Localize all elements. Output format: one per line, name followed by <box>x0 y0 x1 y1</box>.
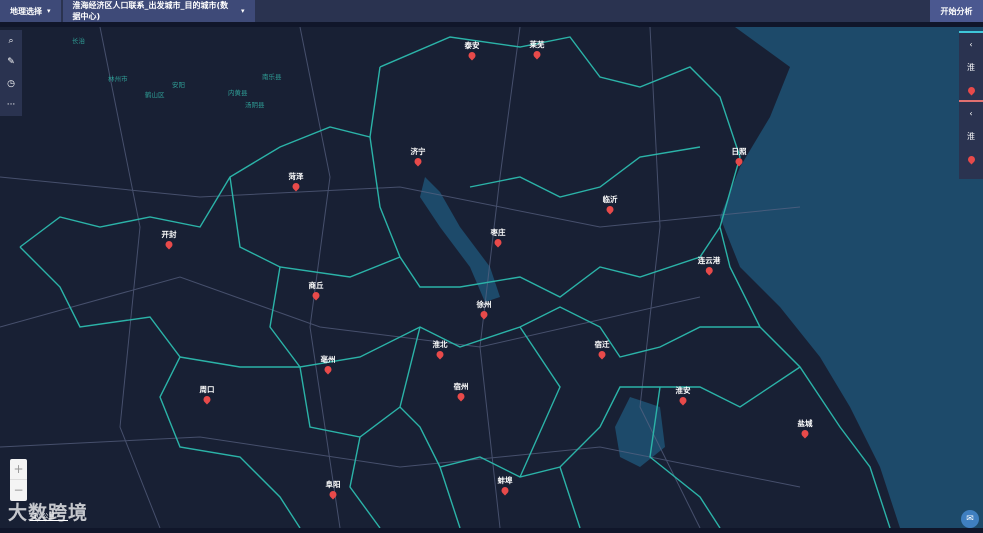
map-pin-icon <box>493 237 503 248</box>
map-pin-icon <box>291 181 301 192</box>
city-name: 连云港 <box>697 256 721 265</box>
city-marker[interactable]: 淮安 <box>675 385 691 406</box>
layer-label: 淮 <box>967 132 975 141</box>
city-name: 开封 <box>161 230 177 239</box>
layer-panel-1[interactable]: ‹ 淮 <box>959 31 983 110</box>
layer-panel-2[interactable]: ‹ 淮 <box>959 100 983 179</box>
map-pin-icon <box>959 154 983 179</box>
county-label: 长治 <box>72 37 85 45</box>
city-marker[interactable]: 蚌埠 <box>497 475 513 496</box>
city-name: 淮安 <box>675 386 691 395</box>
map-layer <box>0 27 983 528</box>
map-pin-icon <box>734 156 744 167</box>
city-marker[interactable]: 菏泽 <box>288 171 304 192</box>
city-name: 盐城 <box>797 419 813 428</box>
city-name: 淮北 <box>432 340 448 349</box>
city-name: 徐州 <box>476 300 492 309</box>
city-name: 日照 <box>731 147 747 156</box>
map-pin-icon <box>456 391 466 402</box>
draw-polygon-icon[interactable]: ✎ <box>7 57 15 67</box>
map-toolbar: ⌕ ✎ ◷ ··· <box>0 30 22 116</box>
divider <box>0 528 983 533</box>
map-pin-icon <box>413 156 423 167</box>
map-pin-icon <box>202 394 212 405</box>
region-select-label: 地理选择 <box>10 6 42 16</box>
map-pin-icon <box>164 239 174 250</box>
city-marker[interactable]: 淮北 <box>432 339 448 360</box>
city-marker[interactable]: 临沂 <box>602 194 618 215</box>
city-marker[interactable]: 商丘 <box>308 280 324 301</box>
county-label: 内黄县 <box>228 89 248 97</box>
city-marker[interactable]: 开封 <box>161 229 177 250</box>
city-name: 枣庄 <box>490 228 506 237</box>
top-bar: 地理选择 ▾ 淮海经济区人口联系_出发城市_目的城市(数据中心) ▾ 开始分析 <box>0 0 983 22</box>
zoom-control: + − <box>10 459 27 501</box>
city-name: 周口 <box>199 385 215 394</box>
clock-icon[interactable]: ◷ <box>7 79 15 89</box>
region-select[interactable]: 地理选择 ▾ <box>0 0 61 22</box>
city-name: 菏泽 <box>288 172 304 181</box>
city-name: 泰安 <box>464 41 480 50</box>
city-marker[interactable]: 盐城 <box>797 418 813 439</box>
city-marker[interactable]: 莱芜 <box>529 39 545 60</box>
map-pin-icon <box>311 290 321 301</box>
county-label: 鹤山区 <box>145 91 165 99</box>
chat-icon[interactable]: ✉ <box>961 510 979 528</box>
city-name: 亳州 <box>320 355 336 364</box>
city-name: 宿迁 <box>594 340 610 349</box>
map-pin-icon <box>500 485 510 496</box>
more-icon[interactable]: ··· <box>7 100 16 110</box>
city-name: 济宁 <box>410 147 426 156</box>
map-pin-icon <box>323 364 333 375</box>
city-marker[interactable]: 连云港 <box>697 255 721 276</box>
map-pin-icon <box>800 428 810 439</box>
zoom-in-button[interactable]: + <box>10 459 27 480</box>
map-pin-icon <box>467 50 477 61</box>
city-marker[interactable]: 日照 <box>731 146 747 167</box>
dataset-select-label: 淮海经济区人口联系_出发城市_目的城市(数据中心) <box>72 1 229 21</box>
chevron-down-icon: ▾ <box>241 7 245 15</box>
county-label: 南乐县 <box>262 73 282 81</box>
map-pin-icon <box>597 349 607 360</box>
map-pin-icon <box>704 265 714 276</box>
city-name: 蚌埠 <box>497 476 513 485</box>
collapse-icon[interactable]: ‹ <box>959 102 983 125</box>
city-marker[interactable]: 徐州 <box>476 299 492 320</box>
city-marker[interactable]: 周口 <box>199 384 215 405</box>
map-pin-icon <box>479 309 489 320</box>
sea <box>720 27 983 528</box>
city-marker[interactable]: 宿州 <box>453 381 469 402</box>
map-pin-icon <box>532 49 542 60</box>
start-analysis-button[interactable]: 开始分析 <box>930 0 983 22</box>
city-marker[interactable]: 亳州 <box>320 354 336 375</box>
city-marker[interactable]: 宿迁 <box>594 339 610 360</box>
city-marker[interactable]: 济宁 <box>410 146 426 167</box>
city-name: 莱芜 <box>529 40 545 49</box>
layer-label: 淮 <box>967 63 975 72</box>
roads <box>0 27 801 528</box>
city-marker[interactable]: 泰安 <box>464 40 480 61</box>
city-marker[interactable]: 枣庄 <box>490 227 506 248</box>
map-pin-icon <box>435 349 445 360</box>
dataset-select[interactable]: 淮海经济区人口联系_出发城市_目的城市(数据中心) ▾ <box>62 0 255 22</box>
map-pin-icon <box>605 204 615 215</box>
city-name: 临沂 <box>602 195 618 204</box>
city-marker[interactable]: 阜阳 <box>325 479 341 500</box>
map-pin-icon <box>328 489 338 500</box>
map-canvas[interactable]: 长治 林州市 安阳 内黄县 汤阴县 鹤山区 南乐县 <box>0 27 983 528</box>
city-name: 阜阳 <box>325 480 341 489</box>
city-name: 宿州 <box>453 382 469 391</box>
city-name: 商丘 <box>308 281 324 290</box>
county-label: 汤阴县 <box>245 101 265 109</box>
scale-bar: 50 公里 <box>30 511 68 521</box>
chevron-down-icon: ▾ <box>47 7 51 15</box>
county-label: 安阳 <box>172 81 185 89</box>
collapse-icon[interactable]: ‹ <box>959 33 983 56</box>
county-label: 林州市 <box>108 75 128 83</box>
search-icon[interactable]: ⌕ <box>8 36 13 46</box>
map-pin-icon <box>678 395 688 406</box>
